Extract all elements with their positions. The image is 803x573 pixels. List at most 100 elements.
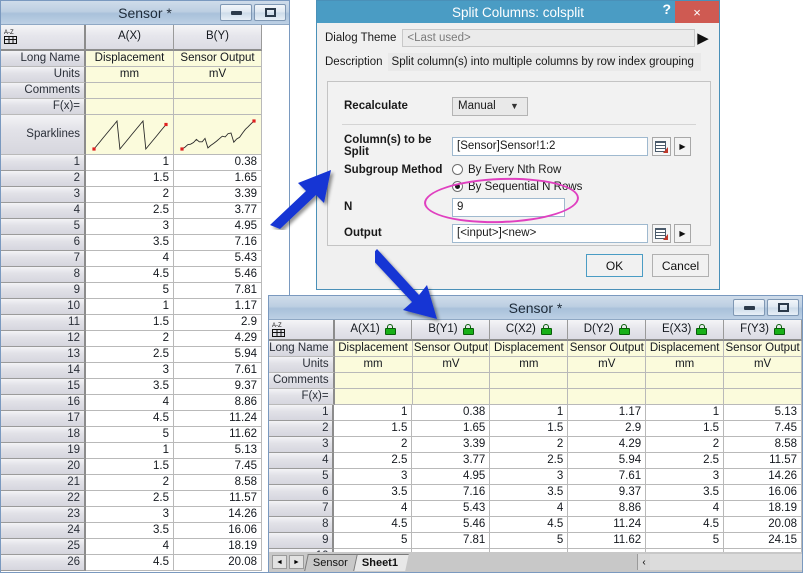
source-row-header[interactable]: 1: [1, 155, 86, 171]
source-data-cell[interactable]: 3: [86, 219, 174, 235]
source-data-cell[interactable]: 7.16: [174, 235, 262, 251]
output-input[interactable]: [<input>]<new>: [452, 224, 648, 243]
result-data-cell[interactable]: 7.61: [568, 469, 646, 485]
source-meta-cell[interactable]: Displacement: [86, 51, 174, 67]
source-data-cell[interactable]: 2.9: [174, 315, 262, 331]
ok-button[interactable]: OK: [586, 254, 643, 277]
lock-icon[interactable]: [696, 324, 707, 335]
source-meta-label-comments[interactable]: Comments: [1, 83, 86, 99]
result-data-cell[interactable]: 2.9: [568, 421, 646, 437]
theme-menu-arrow-icon[interactable]: ▶: [695, 26, 711, 50]
result-data-cell[interactable]: 14.26: [724, 469, 802, 485]
result-row-header[interactable]: 1: [269, 405, 334, 421]
result-row-header[interactable]: 2: [269, 421, 334, 437]
hscroll-left-button[interactable]: ‹: [637, 554, 650, 570]
result-meta-cell[interactable]: Sensor Output: [568, 341, 646, 357]
result-data-cell[interactable]: 3: [334, 469, 412, 485]
result-meta-cell[interactable]: Sensor Output: [413, 341, 491, 357]
result-column-header-C(X2)[interactable]: C(X2): [490, 320, 568, 341]
source-row-header[interactable]: 2: [1, 171, 86, 187]
source-data-cell[interactable]: 1.5: [86, 459, 174, 475]
source-data-cell[interactable]: 4.29: [174, 331, 262, 347]
lock-icon[interactable]: [463, 324, 474, 335]
result-row-header[interactable]: 3: [269, 437, 334, 453]
source-data-cell[interactable]: 1.5: [86, 315, 174, 331]
result-meta-cell[interactable]: [646, 389, 724, 405]
result-column-header-B(Y1)[interactable]: B(Y1): [412, 320, 490, 341]
source-data-cell[interactable]: 11.24: [174, 411, 262, 427]
result-data-cell[interactable]: 5.94: [568, 453, 646, 469]
result-data-cell[interactable]: 4.5: [334, 517, 412, 533]
column-picker-icon[interactable]: [652, 137, 671, 156]
source-grid[interactable]: A-ZA(X)B(Y)Long NameDisplacementSensor O…: [1, 25, 289, 572]
result-row-header[interactable]: 6: [269, 485, 334, 501]
result-data-cell[interactable]: 7.45: [724, 421, 802, 437]
source-row-header[interactable]: 24: [1, 523, 86, 539]
result-data-cell[interactable]: 8.58: [724, 437, 802, 453]
source-row-header[interactable]: 18: [1, 427, 86, 443]
source-data-cell[interactable]: 18.19: [174, 539, 262, 555]
columns-to-split-input[interactable]: [Sensor]Sensor!1:2: [452, 137, 648, 156]
az-sort-icon[interactable]: A-Z: [1, 25, 86, 51]
source-data-cell[interactable]: 5.43: [174, 251, 262, 267]
source-row-header[interactable]: 11: [1, 315, 86, 331]
result-data-cell[interactable]: 3: [646, 469, 724, 485]
result-data-cell[interactable]: 4: [334, 501, 412, 517]
source-row-header[interactable]: 5: [1, 219, 86, 235]
result-meta-cell[interactable]: Displacement: [646, 341, 724, 357]
source-meta-cell[interactable]: mm: [86, 67, 174, 83]
result-minimize-button[interactable]: [733, 299, 765, 316]
result-data-cell[interactable]: 5: [646, 533, 724, 549]
source-data-cell[interactable]: 4.5: [86, 555, 174, 571]
dialog-titlebar[interactable]: Split Columns: colsplit ? ×: [317, 1, 719, 23]
source-data-cell[interactable]: 4.5: [86, 411, 174, 427]
result-data-cell[interactable]: 5.43: [412, 501, 490, 517]
help-icon[interactable]: ?: [662, 1, 671, 17]
close-icon[interactable]: ×: [675, 1, 719, 23]
result-data-cell[interactable]: 8.86: [568, 501, 646, 517]
result-data-cell[interactable]: 3.39: [412, 437, 490, 453]
result-data-cell[interactable]: 4.29: [568, 437, 646, 453]
result-data-cell[interactable]: 2: [646, 437, 724, 453]
result-data-cell[interactable]: 3.77: [412, 453, 490, 469]
source-data-cell[interactable]: 4: [86, 251, 174, 267]
result-data-cell[interactable]: 0.38: [412, 405, 490, 421]
result-data-cell[interactable]: 1.65: [412, 421, 490, 437]
source-data-cell[interactable]: 2.5: [86, 491, 174, 507]
result-meta-cell[interactable]: mV: [413, 357, 491, 373]
result-meta-cell[interactable]: [490, 389, 568, 405]
result-data-cell[interactable]: 3.5: [490, 485, 568, 501]
source-data-cell[interactable]: 0.38: [174, 155, 262, 171]
result-data-cell[interactable]: 5.13: [724, 405, 802, 421]
result-data-cell[interactable]: 4.5: [646, 517, 724, 533]
source-row-header[interactable]: 7: [1, 251, 86, 267]
source-data-cell[interactable]: 5.46: [174, 267, 262, 283]
result-column-header-E(X3)[interactable]: E(X3): [646, 320, 724, 341]
source-data-cell[interactable]: 11.57: [174, 491, 262, 507]
source-data-cell[interactable]: 3.5: [86, 379, 174, 395]
result-meta-cell[interactable]: [413, 373, 491, 389]
result-data-cell[interactable]: 4.95: [412, 469, 490, 485]
result-data-cell[interactable]: 16.06: [724, 485, 802, 501]
output-menu-arrow-icon[interactable]: ▶: [674, 224, 691, 243]
source-data-cell[interactable]: 3: [86, 507, 174, 523]
source-row-header[interactable]: 26: [1, 555, 86, 571]
source-row-header[interactable]: 25: [1, 539, 86, 555]
result-row-header[interactable]: 9: [269, 533, 334, 549]
source-row-header[interactable]: 13: [1, 347, 86, 363]
result-column-header-D(Y2)[interactable]: D(Y2): [568, 320, 646, 341]
source-data-cell[interactable]: 3.5: [86, 523, 174, 539]
result-column-header-F(Y3)[interactable]: F(Y3): [724, 320, 802, 341]
result-meta-cell[interactable]: mm: [646, 357, 724, 373]
radio-by-every-nth-row[interactable]: [452, 164, 463, 175]
result-data-cell[interactable]: 3.5: [646, 485, 724, 501]
result-meta-label-fx[interactable]: F(x)=: [269, 389, 335, 405]
source-data-cell[interactable]: 1: [86, 443, 174, 459]
result-data-cell[interactable]: 4: [646, 501, 724, 517]
source-window-titlebar[interactable]: Sensor *: [1, 1, 289, 25]
source-data-cell[interactable]: 4: [86, 539, 174, 555]
source-row-header[interactable]: 10: [1, 299, 86, 315]
source-data-cell[interactable]: 2.5: [86, 347, 174, 363]
source-data-cell[interactable]: 9.37: [174, 379, 262, 395]
result-meta-cell[interactable]: Sensor Output: [724, 341, 802, 357]
